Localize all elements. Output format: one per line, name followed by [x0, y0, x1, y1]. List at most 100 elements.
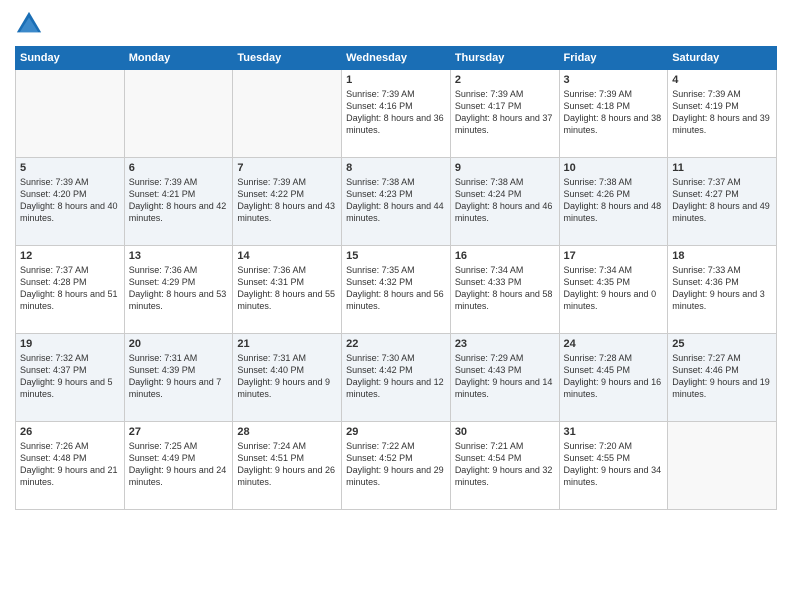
day-info: Sunrise: 7:39 AM Sunset: 4:17 PM Dayligh…: [455, 88, 555, 137]
day-info: Sunrise: 7:32 AM Sunset: 4:37 PM Dayligh…: [20, 352, 120, 401]
day-number: 3: [564, 74, 664, 86]
day-cell: 13Sunrise: 7:36 AM Sunset: 4:29 PM Dayli…: [124, 246, 233, 334]
day-number: 31: [564, 426, 664, 438]
weekday-header-saturday: Saturday: [668, 47, 777, 70]
day-number: 30: [455, 426, 555, 438]
day-cell: 16Sunrise: 7:34 AM Sunset: 4:33 PM Dayli…: [450, 246, 559, 334]
day-cell: 23 Sunrise: 7:29 AM Sunset: 4:43 PM Dayli…: [450, 334, 559, 422]
weekday-header-tuesday: Tuesday: [233, 47, 342, 70]
day-cell: 24 Sunrise: 7:28 AM Sunset: 4:45 PM Dayli…: [559, 334, 668, 422]
day-info: Sunrise: 7:28 AM Sunset: 4:45 PM Dayligh…: [564, 352, 664, 401]
day-info: Sunrise: 7:29 AM Sunset: 4:43 PM Dayligh…: [455, 352, 555, 401]
day-number: 10: [564, 162, 664, 174]
day-cell: 9 Sunrise: 7:38 AM Sunset: 4:24 PM Daylig…: [450, 158, 559, 246]
weekday-header-friday: Friday: [559, 47, 668, 70]
week-row-3: 12 Sunrise: 7:37 AM Sunset: 4:28 PM Dayli…: [16, 246, 777, 334]
day-cell: 20Sunrise: 7:31 AM Sunset: 4:39 PM Dayli…: [124, 334, 233, 422]
day-info: Sunrise: 7:22 AM Sunset: 4:52 PM Dayligh…: [346, 440, 446, 489]
day-cell: 26 Sunrise: 7:26 AM Sunset: 4:48 PM Dayli…: [16, 422, 125, 510]
day-info: Sunrise: 7:25 AM Sunset: 4:49 PM Dayligh…: [129, 440, 229, 489]
logo: [15, 10, 45, 38]
day-cell: [124, 70, 233, 158]
weekday-header-sunday: Sunday: [16, 47, 125, 70]
header: [15, 10, 777, 38]
day-cell: 11Sunrise: 7:37 AM Sunset: 4:27 PM Dayli…: [668, 158, 777, 246]
day-info: Sunrise: 7:26 AM Sunset: 4:48 PM Dayligh…: [20, 440, 120, 489]
day-cell: 4 Sunrise: 7:39 AM Sunset: 4:19 PM Daylig…: [668, 70, 777, 158]
day-cell: 25Sunrise: 7:27 AM Sunset: 4:46 PM Dayli…: [668, 334, 777, 422]
header-row: SundayMondayTuesdayWednesdayThursdayFrid…: [16, 47, 777, 70]
main-container: SundayMondayTuesdayWednesdayThursdayFrid…: [0, 0, 792, 520]
day-info: Sunrise: 7:38 AM Sunset: 4:26 PM Dayligh…: [564, 176, 664, 225]
day-info: Sunrise: 7:20 AM Sunset: 4:55 PM Dayligh…: [564, 440, 664, 489]
day-info: Sunrise: 7:39 AM Sunset: 4:18 PM Dayligh…: [564, 88, 664, 137]
day-cell: [16, 70, 125, 158]
day-number: 4: [672, 74, 772, 86]
day-number: 5: [20, 162, 120, 174]
day-number: 2: [455, 74, 555, 86]
day-number: 16: [455, 250, 555, 262]
day-info: Sunrise: 7:39 AM Sunset: 4:22 PM Dayligh…: [237, 176, 337, 225]
day-number: 15: [346, 250, 446, 262]
day-number: 27: [129, 426, 229, 438]
day-number: 28: [237, 426, 337, 438]
day-cell: 7Sunrise: 7:39 AM Sunset: 4:22 PM Daylig…: [233, 158, 342, 246]
weekday-header-thursday: Thursday: [450, 47, 559, 70]
calendar-table: SundayMondayTuesdayWednesdayThursdayFrid…: [15, 46, 777, 510]
day-info: Sunrise: 7:38 AM Sunset: 4:23 PM Dayligh…: [346, 176, 446, 225]
day-cell: 21Sunrise: 7:31 AM Sunset: 4:40 PM Dayli…: [233, 334, 342, 422]
day-number: 8: [346, 162, 446, 174]
day-info: Sunrise: 7:36 AM Sunset: 4:31 PM Dayligh…: [237, 264, 337, 313]
day-number: 26: [20, 426, 120, 438]
day-number: 21: [237, 338, 337, 350]
day-info: Sunrise: 7:33 AM Sunset: 4:36 PM Dayligh…: [672, 264, 772, 313]
day-cell: 22 Sunrise: 7:30 AM Sunset: 4:42 PM Dayli…: [342, 334, 451, 422]
day-info: Sunrise: 7:39 AM Sunset: 4:19 PM Dayligh…: [672, 88, 772, 137]
day-number: 24: [564, 338, 664, 350]
day-cell: [233, 70, 342, 158]
day-number: 9: [455, 162, 555, 174]
day-cell: [668, 422, 777, 510]
weekday-header-monday: Monday: [124, 47, 233, 70]
day-cell: 30 Sunrise: 7:21 AM Sunset: 4:54 PM Dayli…: [450, 422, 559, 510]
day-number: 22: [346, 338, 446, 350]
day-info: Sunrise: 7:39 AM Sunset: 4:20 PM Dayligh…: [20, 176, 120, 225]
day-cell: 12 Sunrise: 7:37 AM Sunset: 4:28 PM Dayli…: [16, 246, 125, 334]
logo-icon: [15, 10, 43, 38]
day-cell: 15Sunrise: 7:35 AM Sunset: 4:32 PM Dayli…: [342, 246, 451, 334]
day-info: Sunrise: 7:39 AM Sunset: 4:16 PM Dayligh…: [346, 88, 446, 137]
day-cell: 19 Sunrise: 7:32 AM Sunset: 4:37 PM Dayli…: [16, 334, 125, 422]
day-number: 1: [346, 74, 446, 86]
week-row-5: 26 Sunrise: 7:26 AM Sunset: 4:48 PM Dayli…: [16, 422, 777, 510]
day-info: Sunrise: 7:30 AM Sunset: 4:42 PM Dayligh…: [346, 352, 446, 401]
week-row-2: 5 Sunrise: 7:39 AM Sunset: 4:20 PM Daylig…: [16, 158, 777, 246]
day-number: 14: [237, 250, 337, 262]
day-cell: 8 Sunrise: 7:38 AM Sunset: 4:23 PM Daylig…: [342, 158, 451, 246]
day-info: Sunrise: 7:39 AM Sunset: 4:21 PM Dayligh…: [129, 176, 229, 225]
week-row-4: 19 Sunrise: 7:32 AM Sunset: 4:37 PM Dayli…: [16, 334, 777, 422]
day-number: 6: [129, 162, 229, 174]
day-number: 19: [20, 338, 120, 350]
day-info: Sunrise: 7:31 AM Sunset: 4:39 PM Dayligh…: [129, 352, 229, 401]
day-number: 13: [129, 250, 229, 262]
day-cell: 10 Sunrise: 7:38 AM Sunset: 4:26 PM Dayli…: [559, 158, 668, 246]
day-cell: 28 Sunrise: 7:24 AM Sunset: 4:51 PM Dayli…: [233, 422, 342, 510]
day-number: 12: [20, 250, 120, 262]
day-info: Sunrise: 7:24 AM Sunset: 4:51 PM Dayligh…: [237, 440, 337, 489]
day-cell: 1 Sunrise: 7:39 AM Sunset: 4:16 PM Daylig…: [342, 70, 451, 158]
day-info: Sunrise: 7:21 AM Sunset: 4:54 PM Dayligh…: [455, 440, 555, 489]
day-info: Sunrise: 7:37 AM Sunset: 4:27 PM Dayligh…: [672, 176, 772, 225]
day-cell: 17 Sunrise: 7:34 AM Sunset: 4:35 PM Dayli…: [559, 246, 668, 334]
day-info: Sunrise: 7:37 AM Sunset: 4:28 PM Dayligh…: [20, 264, 120, 313]
day-cell: 27 Sunrise: 7:25 AM Sunset: 4:49 PM Dayli…: [124, 422, 233, 510]
day-number: 18: [672, 250, 772, 262]
day-number: 29: [346, 426, 446, 438]
day-cell: 6 Sunrise: 7:39 AM Sunset: 4:21 PM Daylig…: [124, 158, 233, 246]
week-row-1: 1 Sunrise: 7:39 AM Sunset: 4:16 PM Daylig…: [16, 70, 777, 158]
day-number: 23: [455, 338, 555, 350]
day-info: Sunrise: 7:34 AM Sunset: 4:35 PM Dayligh…: [564, 264, 664, 313]
day-number: 25: [672, 338, 772, 350]
day-number: 17: [564, 250, 664, 262]
day-info: Sunrise: 7:38 AM Sunset: 4:24 PM Dayligh…: [455, 176, 555, 225]
day-cell: 3 Sunrise: 7:39 AM Sunset: 4:18 PM Daylig…: [559, 70, 668, 158]
